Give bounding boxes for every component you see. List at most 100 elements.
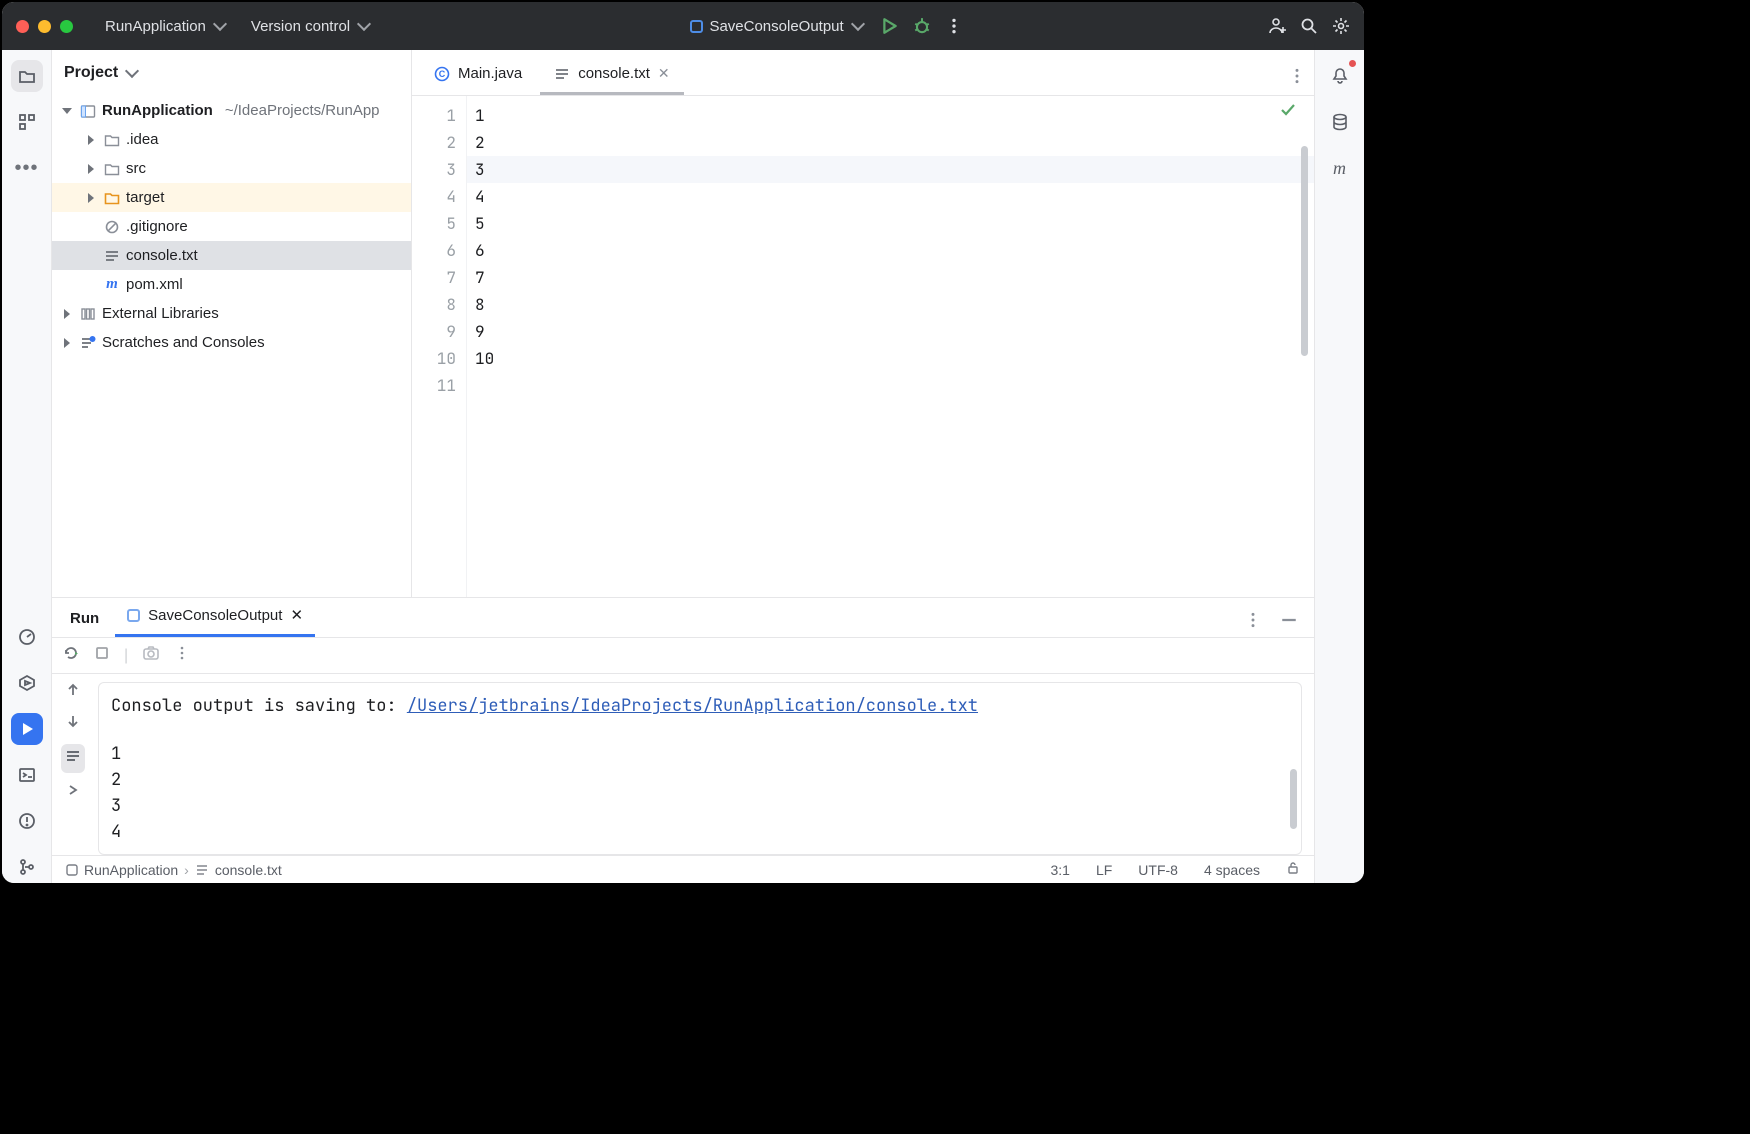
editor-line[interactable]: 5 (475, 210, 1314, 237)
run-tool-button[interactable] (11, 713, 43, 745)
chevron-down-icon (125, 64, 139, 78)
line-number: 2 (412, 129, 456, 156)
line-number: 6 (412, 237, 456, 264)
ide-window: RunApplication Version control SaveConso… (0, 0, 1366, 885)
run-button[interactable] (881, 17, 899, 35)
editor-content[interactable]: 12345678910 (467, 96, 1314, 597)
problems-tool-button[interactable] (11, 805, 43, 837)
tree-item[interactable]: .idea (52, 125, 411, 154)
editor-line[interactable]: 6 (475, 237, 1314, 264)
run-side-toolbar (52, 674, 94, 855)
scroll-to-end-button[interactable] (66, 783, 80, 802)
editor-line[interactable]: 1 (475, 102, 1314, 129)
line-number: 11 (412, 372, 456, 399)
editor-line[interactable]: 9 (475, 318, 1314, 345)
tree-item[interactable]: target (52, 183, 411, 212)
project-tree[interactable]: RunApplication ~/IdeaProjects/RunApp .id… (52, 96, 411, 597)
line-number: 10 (412, 345, 456, 372)
tree-item[interactable]: .gitignore (52, 212, 411, 241)
tree-scratches[interactable]: Scratches and Consoles (52, 328, 411, 357)
status-bar: RunApplication › console.txt 3:1 LF UTF-… (52, 855, 1314, 883)
search-everywhere-button[interactable] (1300, 17, 1318, 35)
close-tab-button[interactable]: ✕ (290, 606, 303, 624)
console-output-line: 1 (111, 741, 1289, 767)
editor-tab[interactable]: console.txt ✕ (540, 55, 683, 95)
editor-line[interactable] (475, 372, 1314, 399)
editor-line[interactable]: 2 (475, 129, 1314, 156)
file-icon: C (434, 66, 450, 82)
gauge-tool-button[interactable] (11, 621, 43, 653)
project-panel: Project RunApplication ~/IdeaProjects/Ru… (52, 50, 412, 597)
console-scrollbar[interactable] (1290, 769, 1297, 829)
run-config-tab[interactable]: SaveConsoleOutput ✕ (115, 596, 315, 637)
database-tool-button[interactable] (1324, 106, 1356, 138)
editor-tab[interactable]: C Main.java (420, 55, 536, 95)
close-window-button[interactable] (16, 20, 29, 33)
maximize-window-button[interactable] (60, 20, 73, 33)
tree-item[interactable]: src (52, 154, 411, 183)
run-config-icon (127, 609, 140, 622)
editor-tab-label: console.txt (578, 65, 650, 82)
project-panel-header[interactable]: Project (52, 50, 411, 96)
more-tool-button[interactable]: ••• (11, 152, 43, 184)
editor-tab-options-button[interactable] (1288, 67, 1306, 85)
rerun-button[interactable] (62, 644, 80, 667)
services-tool-button[interactable] (11, 667, 43, 699)
project-dropdown[interactable]: RunApplication (97, 12, 233, 41)
soft-wrap-button[interactable] (61, 744, 85, 773)
terminal-tool-button[interactable] (11, 759, 43, 791)
more-run-options-button[interactable] (945, 17, 963, 35)
notifications-button[interactable] (1324, 60, 1356, 92)
minimize-window-button[interactable] (38, 20, 51, 33)
console-options-button[interactable] (174, 645, 190, 666)
left-tool-rail: ••• (2, 50, 52, 883)
project-tool-button[interactable] (11, 60, 43, 92)
file-encoding[interactable]: UTF-8 (1138, 862, 1178, 878)
close-tab-button[interactable]: ✕ (658, 65, 670, 82)
breadcrumb[interactable]: RunApplication › console.txt (66, 862, 282, 878)
run-config-icon (690, 20, 703, 33)
hide-run-button[interactable] (1280, 611, 1298, 629)
editor-line[interactable]: 4 (475, 183, 1314, 210)
tree-item[interactable]: console.txt (52, 241, 411, 270)
structure-tool-button[interactable] (11, 106, 43, 138)
run-config-dropdown[interactable]: SaveConsoleOutput (682, 12, 870, 41)
line-separator[interactable]: LF (1096, 862, 1112, 878)
maven-tool-button[interactable]: m (1324, 152, 1356, 184)
up-stack-button[interactable] (65, 682, 81, 703)
editor-line[interactable]: 10 (475, 345, 1314, 372)
stop-button[interactable] (94, 645, 110, 666)
editor-line[interactable]: 3 (467, 156, 1314, 183)
settings-button[interactable] (1332, 17, 1350, 35)
vcs-dropdown[interactable]: Version control (243, 12, 377, 41)
code-with-me-button[interactable] (1268, 17, 1286, 35)
editor-line[interactable]: 8 (475, 291, 1314, 318)
chevron-down-icon (213, 17, 227, 31)
tree-root[interactable]: RunApplication ~/IdeaProjects/RunApp (52, 96, 411, 125)
run-options-button[interactable] (1244, 611, 1262, 629)
screenshot-button[interactable] (142, 644, 160, 667)
tree-external-libraries[interactable]: External Libraries (52, 299, 411, 328)
editor-panel: C Main.java console.txt✕ 1234567891011 1… (412, 50, 1314, 597)
inspection-ok-icon[interactable] (1280, 102, 1296, 123)
console-file-link[interactable]: /Users/jetbrains/IdeaProjects/RunApplica… (407, 695, 978, 717)
right-tool-rail: m (1314, 50, 1364, 883)
line-number: 3 (412, 156, 456, 183)
titlebar: RunApplication Version control SaveConso… (2, 2, 1364, 50)
git-tool-button[interactable] (11, 851, 43, 883)
breadcrumb-root: RunApplication (84, 862, 178, 878)
run-toolbar: | (52, 638, 1314, 674)
tree-item[interactable]: m pom.xml (52, 270, 411, 299)
run-console[interactable]: Console output is saving to: /Users/jetb… (98, 682, 1302, 855)
caret-position[interactable]: 3:1 (1050, 862, 1069, 878)
down-stack-button[interactable] (65, 713, 81, 734)
editor-line[interactable]: 7 (475, 264, 1314, 291)
readonly-toggle[interactable] (1286, 861, 1300, 878)
console-output-line: 4 (111, 819, 1289, 845)
editor[interactable]: 1234567891011 12345678910 (412, 96, 1314, 597)
debug-button[interactable] (913, 17, 931, 35)
indent-settings[interactable]: 4 spaces (1204, 862, 1260, 878)
console-output-line: 3 (111, 793, 1289, 819)
editor-scrollbar[interactable] (1301, 146, 1308, 356)
run-config-name: SaveConsoleOutput (709, 18, 843, 35)
